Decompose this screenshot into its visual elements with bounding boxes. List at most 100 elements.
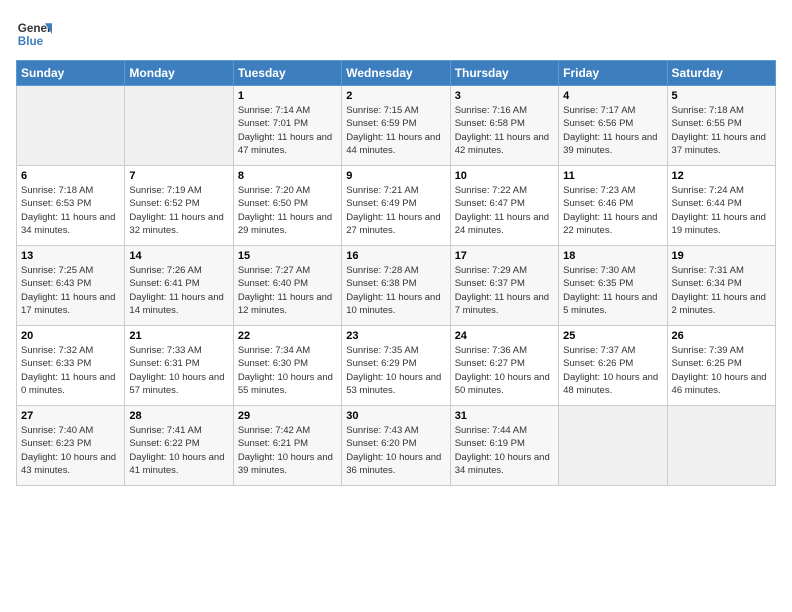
sunset-label: Sunset: 6:53 PM	[21, 198, 91, 209]
sunrise-label: Sunrise: 7:27 AM	[238, 265, 310, 276]
sunrise-label: Sunrise: 7:19 AM	[129, 185, 201, 196]
day-number: 31	[455, 410, 554, 422]
week-row-3: 13 Sunrise: 7:25 AM Sunset: 6:43 PM Dayl…	[17, 246, 776, 326]
daylight-label: Daylight: 11 hours and 10 minutes.	[346, 292, 440, 316]
day-info: Sunrise: 7:41 AM Sunset: 6:22 PM Dayligh…	[129, 424, 228, 477]
sunrise-label: Sunrise: 7:24 AM	[672, 185, 744, 196]
sunset-label: Sunset: 6:56 PM	[563, 118, 633, 129]
day-number: 7	[129, 170, 228, 182]
calendar-cell	[667, 406, 775, 486]
sunset-label: Sunset: 6:44 PM	[672, 198, 742, 209]
calendar-cell: 13 Sunrise: 7:25 AM Sunset: 6:43 PM Dayl…	[17, 246, 125, 326]
week-row-5: 27 Sunrise: 7:40 AM Sunset: 6:23 PM Dayl…	[17, 406, 776, 486]
day-info: Sunrise: 7:35 AM Sunset: 6:29 PM Dayligh…	[346, 344, 445, 397]
day-info: Sunrise: 7:17 AM Sunset: 6:56 PM Dayligh…	[563, 104, 662, 157]
calendar-cell: 17 Sunrise: 7:29 AM Sunset: 6:37 PM Dayl…	[450, 246, 558, 326]
daylight-label: Daylight: 11 hours and 39 minutes.	[563, 132, 657, 156]
logo-icon: General Blue	[16, 16, 52, 52]
day-header-tuesday: Tuesday	[233, 61, 341, 86]
daylight-label: Daylight: 11 hours and 42 minutes.	[455, 132, 549, 156]
daylight-label: Daylight: 11 hours and 22 minutes.	[563, 212, 657, 236]
calendar-cell: 8 Sunrise: 7:20 AM Sunset: 6:50 PM Dayli…	[233, 166, 341, 246]
calendar-cell: 7 Sunrise: 7:19 AM Sunset: 6:52 PM Dayli…	[125, 166, 233, 246]
day-info: Sunrise: 7:19 AM Sunset: 6:52 PM Dayligh…	[129, 184, 228, 237]
sunrise-label: Sunrise: 7:34 AM	[238, 345, 310, 356]
sunrise-label: Sunrise: 7:32 AM	[21, 345, 93, 356]
sunrise-label: Sunrise: 7:39 AM	[672, 345, 744, 356]
day-header-monday: Monday	[125, 61, 233, 86]
calendar-cell	[559, 406, 667, 486]
sunset-label: Sunset: 6:23 PM	[21, 438, 91, 449]
day-info: Sunrise: 7:28 AM Sunset: 6:38 PM Dayligh…	[346, 264, 445, 317]
day-info: Sunrise: 7:31 AM Sunset: 6:34 PM Dayligh…	[672, 264, 771, 317]
logo: General Blue	[16, 16, 56, 52]
sunrise-label: Sunrise: 7:18 AM	[672, 105, 744, 116]
calendar-cell: 2 Sunrise: 7:15 AM Sunset: 6:59 PM Dayli…	[342, 86, 450, 166]
sunrise-label: Sunrise: 7:41 AM	[129, 425, 201, 436]
calendar-cell: 4 Sunrise: 7:17 AM Sunset: 6:56 PM Dayli…	[559, 86, 667, 166]
sunrise-label: Sunrise: 7:17 AM	[563, 105, 635, 116]
sunrise-label: Sunrise: 7:14 AM	[238, 105, 310, 116]
day-info: Sunrise: 7:43 AM Sunset: 6:20 PM Dayligh…	[346, 424, 445, 477]
daylight-label: Daylight: 11 hours and 5 minutes.	[563, 292, 657, 316]
day-info: Sunrise: 7:22 AM Sunset: 6:47 PM Dayligh…	[455, 184, 554, 237]
calendar-cell	[17, 86, 125, 166]
sunset-label: Sunset: 6:30 PM	[238, 358, 308, 369]
day-number: 23	[346, 330, 445, 342]
calendar-cell: 27 Sunrise: 7:40 AM Sunset: 6:23 PM Dayl…	[17, 406, 125, 486]
sunset-label: Sunset: 6:22 PM	[129, 438, 199, 449]
sunset-label: Sunset: 6:46 PM	[563, 198, 633, 209]
day-info: Sunrise: 7:27 AM Sunset: 6:40 PM Dayligh…	[238, 264, 337, 317]
daylight-label: Daylight: 10 hours and 39 minutes.	[238, 452, 333, 476]
daylight-label: Daylight: 10 hours and 50 minutes.	[455, 372, 550, 396]
day-info: Sunrise: 7:37 AM Sunset: 6:26 PM Dayligh…	[563, 344, 662, 397]
sunrise-label: Sunrise: 7:16 AM	[455, 105, 527, 116]
calendar-cell: 1 Sunrise: 7:14 AM Sunset: 7:01 PM Dayli…	[233, 86, 341, 166]
day-number: 28	[129, 410, 228, 422]
daylight-label: Daylight: 10 hours and 46 minutes.	[672, 372, 767, 396]
calendar-cell: 6 Sunrise: 7:18 AM Sunset: 6:53 PM Dayli…	[17, 166, 125, 246]
calendar-table: SundayMondayTuesdayWednesdayThursdayFrid…	[16, 60, 776, 486]
sunrise-label: Sunrise: 7:20 AM	[238, 185, 310, 196]
calendar-cell: 12 Sunrise: 7:24 AM Sunset: 6:44 PM Dayl…	[667, 166, 775, 246]
daylight-label: Daylight: 11 hours and 14 minutes.	[129, 292, 223, 316]
calendar-cell: 14 Sunrise: 7:26 AM Sunset: 6:41 PM Dayl…	[125, 246, 233, 326]
daylight-label: Daylight: 11 hours and 19 minutes.	[672, 212, 766, 236]
calendar-cell: 5 Sunrise: 7:18 AM Sunset: 6:55 PM Dayli…	[667, 86, 775, 166]
week-row-2: 6 Sunrise: 7:18 AM Sunset: 6:53 PM Dayli…	[17, 166, 776, 246]
day-number: 5	[672, 90, 771, 102]
daylight-label: Daylight: 11 hours and 37 minutes.	[672, 132, 766, 156]
calendar-cell: 10 Sunrise: 7:22 AM Sunset: 6:47 PM Dayl…	[450, 166, 558, 246]
daylight-label: Daylight: 11 hours and 44 minutes.	[346, 132, 440, 156]
day-info: Sunrise: 7:14 AM Sunset: 7:01 PM Dayligh…	[238, 104, 337, 157]
sunset-label: Sunset: 6:47 PM	[455, 198, 525, 209]
sunrise-label: Sunrise: 7:35 AM	[346, 345, 418, 356]
day-info: Sunrise: 7:23 AM Sunset: 6:46 PM Dayligh…	[563, 184, 662, 237]
calendar-cell: 31 Sunrise: 7:44 AM Sunset: 6:19 PM Dayl…	[450, 406, 558, 486]
sunset-label: Sunset: 6:37 PM	[455, 278, 525, 289]
daylight-label: Daylight: 11 hours and 12 minutes.	[238, 292, 332, 316]
calendar-cell: 24 Sunrise: 7:36 AM Sunset: 6:27 PM Dayl…	[450, 326, 558, 406]
sunset-label: Sunset: 6:27 PM	[455, 358, 525, 369]
day-number: 6	[21, 170, 120, 182]
day-info: Sunrise: 7:16 AM Sunset: 6:58 PM Dayligh…	[455, 104, 554, 157]
day-number: 9	[346, 170, 445, 182]
daylight-label: Daylight: 10 hours and 57 minutes.	[129, 372, 224, 396]
day-number: 19	[672, 250, 771, 262]
daylight-label: Daylight: 11 hours and 27 minutes.	[346, 212, 440, 236]
day-header-wednesday: Wednesday	[342, 61, 450, 86]
day-info: Sunrise: 7:24 AM Sunset: 6:44 PM Dayligh…	[672, 184, 771, 237]
sunset-label: Sunset: 6:52 PM	[129, 198, 199, 209]
sunset-label: Sunset: 6:41 PM	[129, 278, 199, 289]
day-number: 27	[21, 410, 120, 422]
calendar-cell: 25 Sunrise: 7:37 AM Sunset: 6:26 PM Dayl…	[559, 326, 667, 406]
day-number: 15	[238, 250, 337, 262]
day-number: 3	[455, 90, 554, 102]
sunset-label: Sunset: 6:35 PM	[563, 278, 633, 289]
day-number: 29	[238, 410, 337, 422]
day-info: Sunrise: 7:36 AM Sunset: 6:27 PM Dayligh…	[455, 344, 554, 397]
sunset-label: Sunset: 6:20 PM	[346, 438, 416, 449]
day-number: 21	[129, 330, 228, 342]
day-number: 10	[455, 170, 554, 182]
daylight-label: Daylight: 11 hours and 17 minutes.	[21, 292, 115, 316]
